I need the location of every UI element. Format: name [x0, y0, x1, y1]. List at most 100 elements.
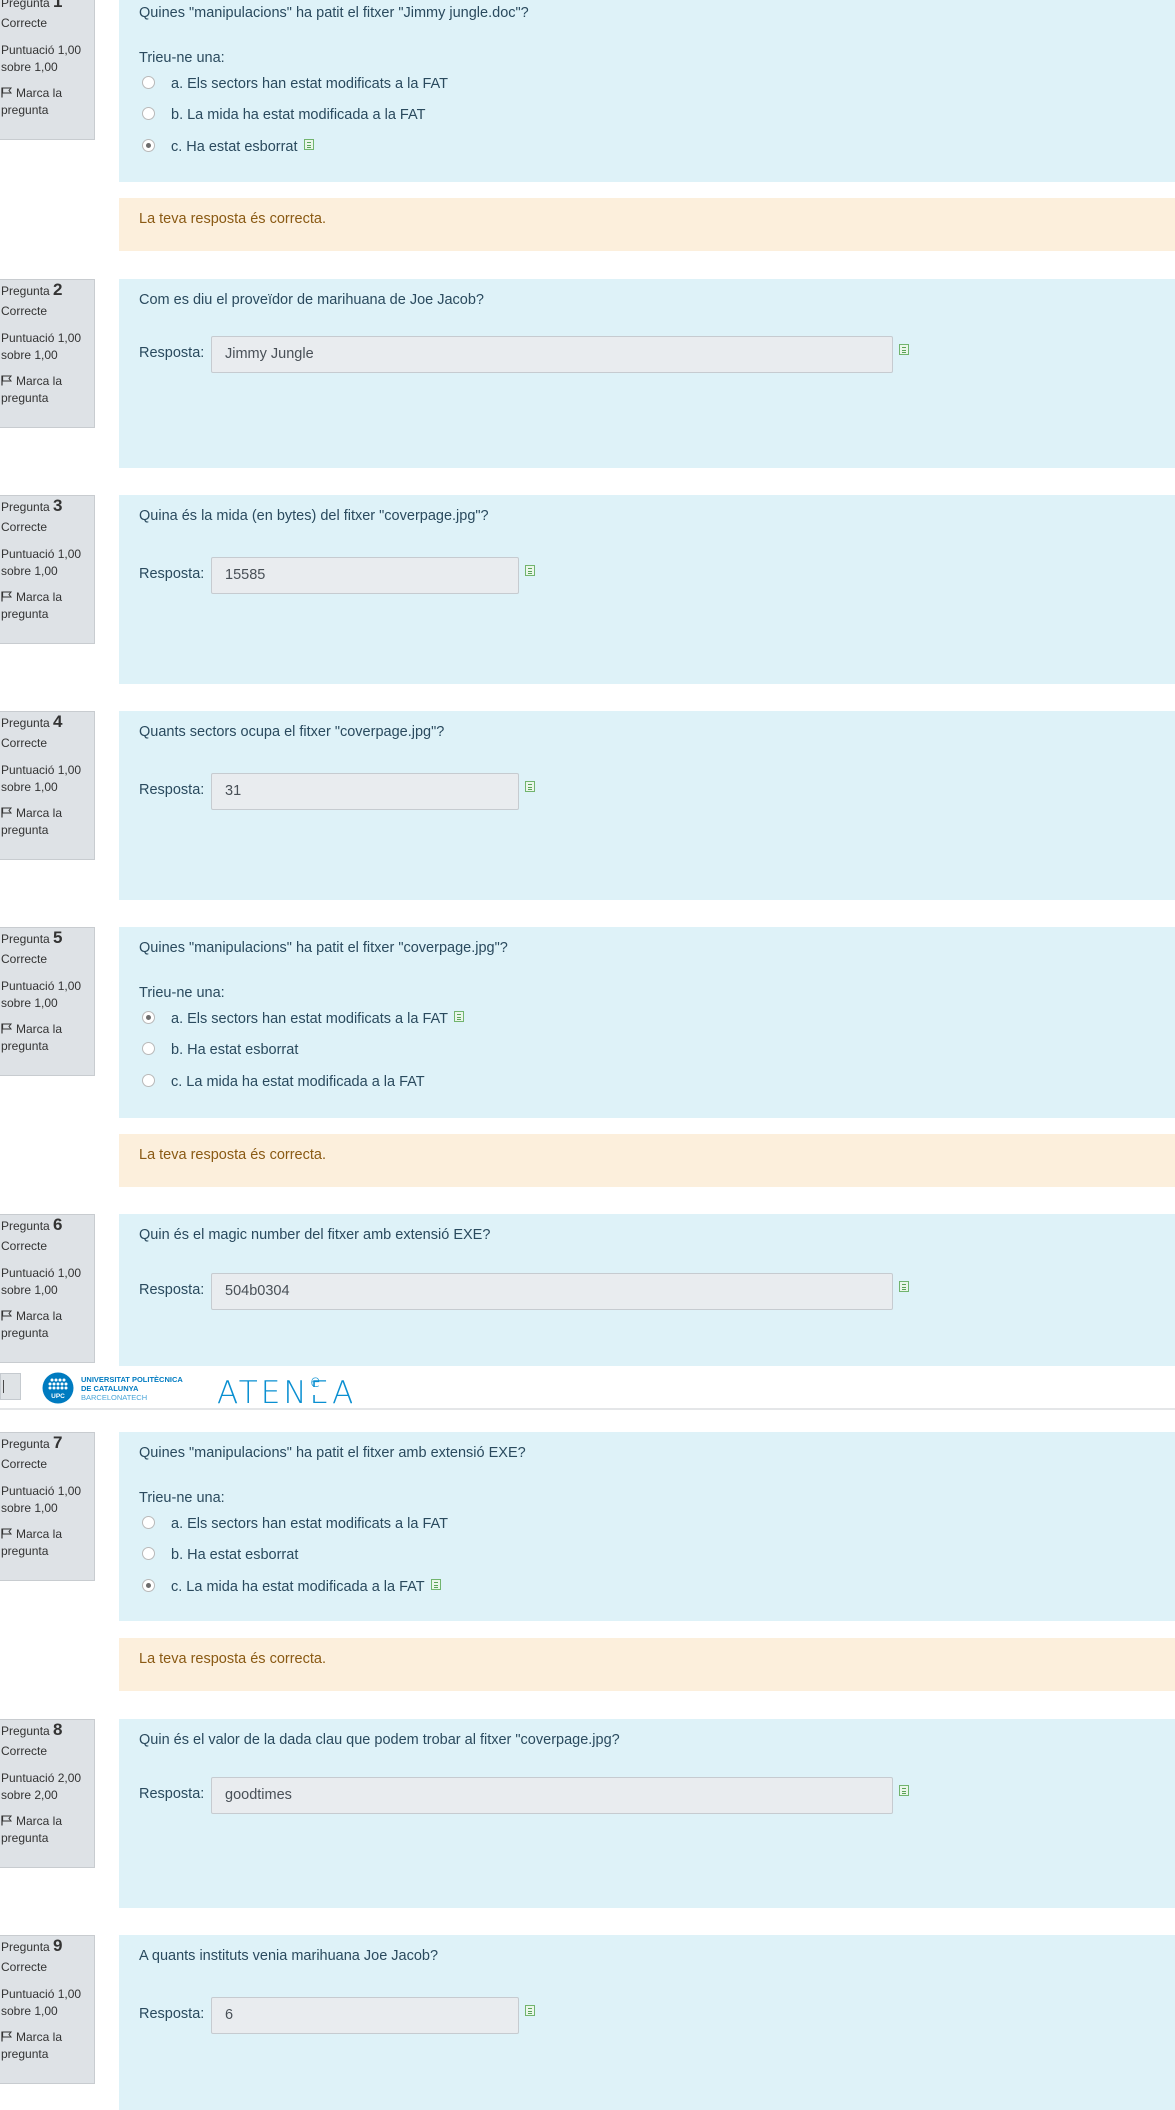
flag-question-link[interactable]: Marca la pregunta	[1, 1308, 94, 1342]
question-formulation: Quin és el magic number del fitxer amb e…	[119, 1214, 1175, 1366]
question-state: Correcte	[1, 304, 48, 318]
correct-icon	[525, 781, 535, 792]
question-state: Correcte	[1, 1960, 48, 1974]
correct-icon	[899, 1281, 909, 1292]
radio-button[interactable]	[142, 76, 155, 89]
question-state: Correcte	[1, 1239, 48, 1253]
upc-logo-icon: UPC	[42, 1372, 74, 1404]
option-label: c. La mida ha estat modificada a la FAT	[171, 1074, 425, 1090]
option-b[interactable]: b. Ha estat esborrat	[142, 1547, 298, 1569]
university-line-2: DE CATALUNYA	[81, 1384, 139, 1393]
answer-field[interactable]: 15585	[211, 557, 519, 594]
question-formulation: Quines "manipulacions" ha patit el fitxe…	[119, 0, 1175, 182]
answer-field[interactable]: 31	[211, 773, 519, 810]
radio-button[interactable]	[142, 1042, 155, 1055]
university-line-1: UNIVERSITAT POLITÈCNICA	[81, 1375, 183, 1384]
feedback-text: La teva resposta és correcta.	[139, 1147, 326, 1163]
flag-question-link[interactable]: Marca la pregunta	[1, 2029, 94, 2063]
option-a[interactable]: a. Els sectors han estat modificats a la…	[142, 76, 448, 98]
radio-button[interactable]	[142, 1547, 155, 1560]
radio-button-checked[interactable]	[142, 139, 155, 152]
choose-prompt: Trieu-ne una:	[139, 985, 225, 1001]
question-number: 4	[53, 712, 63, 731]
answer-label: Resposta:	[139, 2006, 205, 2022]
question-text: Quants sectors ocupa el fitxer "coverpag…	[139, 724, 445, 740]
question-info: Pregunta 8 Correcte Puntuació 2,00 sobre…	[0, 1719, 95, 1868]
flag-icon	[1, 1815, 13, 1826]
choose-prompt: Trieu-ne una:	[139, 50, 225, 66]
question-info: Pregunta 5 Correcte Puntuació 1,00 sobre…	[0, 927, 95, 1076]
option-b[interactable]: b. Ha estat esborrat	[142, 1042, 298, 1064]
question-text: Quines "manipulacions" ha patit el fitxe…	[139, 940, 508, 956]
question-number: 7	[53, 1433, 63, 1452]
answer-field[interactable]: Jimmy Jungle	[211, 336, 893, 373]
flag-question-link[interactable]: Marca la pregunta	[1, 1021, 94, 1055]
option-a[interactable]: a. Els sectors han estat modificats a la…	[142, 1011, 464, 1033]
answer-field[interactable]: 504b0304	[211, 1273, 893, 1310]
radio-button-checked[interactable]	[142, 1011, 155, 1024]
flag-icon	[1, 1023, 13, 1034]
flag-icon	[1, 807, 13, 818]
option-b[interactable]: b. La mida ha estat modificada a la FAT	[142, 107, 425, 129]
question-grade: Puntuació 1,00 sobre 1,00	[1, 1484, 82, 1515]
question-grade: Puntuació 1,00 sobre 1,00	[1, 43, 82, 74]
question-state: Correcte	[1, 1744, 48, 1758]
option-c[interactable]: c. La mida ha estat modificada a la FAT	[142, 1579, 441, 1601]
question-word: Pregunta	[1, 1437, 50, 1451]
flag-question-link[interactable]: Marca la pregunta	[1, 805, 94, 839]
radio-button[interactable]	[142, 1074, 155, 1087]
question-word: Pregunta	[1, 716, 50, 730]
correct-icon	[430, 1579, 441, 1590]
question-grade: Puntuació 1,00 sobre 1,00	[1, 1987, 82, 2018]
radio-button-checked[interactable]	[142, 1579, 155, 1592]
feedback-text: La teva resposta és correcta.	[139, 1651, 326, 1667]
answer-field[interactable]: 6	[211, 1997, 519, 2034]
answer-label: Resposta:	[139, 1282, 205, 1298]
question-info: Pregunta 7 Correcte Puntuació 1,00 sobre…	[0, 1432, 95, 1581]
correct-icon	[525, 2005, 535, 2016]
correct-icon	[899, 1785, 909, 1796]
answer-label: Resposta:	[139, 1786, 205, 1802]
flag-question-link[interactable]: Marca la pregunta	[1, 373, 94, 407]
question-word: Pregunta	[1, 500, 50, 514]
question-formulation: Com es diu el proveïdor de marihuana de …	[119, 279, 1175, 468]
question-text: Com es diu el proveïdor de marihuana de …	[139, 292, 484, 308]
question-number: 1	[53, 0, 63, 11]
atenea-logo-text: ATENEA	[217, 1375, 352, 1407]
sidebar-toggle[interactable]	[0, 1373, 21, 1400]
radio-button[interactable]	[142, 107, 155, 120]
question-text: Quina és la mida (en bytes) del fitxer "…	[139, 508, 489, 524]
option-label: b. La mida ha estat modificada a la FAT	[171, 107, 426, 123]
feedback-box: La teva resposta és correcta.	[119, 1638, 1175, 1691]
answer-field[interactable]: goodtimes	[211, 1777, 893, 1814]
question-number: 8	[53, 1720, 63, 1739]
question-text: A quants instituts venia marihuana Joe J…	[139, 1948, 439, 1964]
question-word: Pregunta	[1, 1219, 50, 1233]
question-word: Pregunta	[1, 1940, 50, 1954]
university-line-3: BARCELONATECH	[81, 1393, 148, 1402]
option-a[interactable]: a. Els sectors han estat modificats a la…	[142, 1516, 448, 1538]
quiz-review-page: Pregunta 1 Correcte Puntuació 1,00 sobre…	[0, 0, 1175, 2110]
flag-question-link[interactable]: Marca la pregunta	[1, 589, 94, 623]
atenea-logo[interactable]: ATENEA e	[217, 1369, 352, 1407]
flag-question-link[interactable]: Marca la pregunta	[1, 1813, 94, 1847]
question-formulation: Quin és el valor de la dada clau que pod…	[119, 1719, 1175, 1908]
question-info: Pregunta 4 Correcte Puntuació 1,00 sobre…	[0, 711, 95, 860]
answer-label: Resposta:	[139, 782, 205, 798]
university-name: UNIVERSITAT POLITÈCNICA DE CATALUNYA BAR…	[81, 1375, 183, 1402]
question-formulation: Quina és la mida (en bytes) del fitxer "…	[119, 495, 1175, 684]
question-info: Pregunta 2 Correcte Puntuació 1,00 sobre…	[0, 279, 95, 428]
question-number: 6	[53, 1215, 63, 1234]
flag-question-link[interactable]: Marca la pregunta	[1, 1526, 94, 1560]
radio-button[interactable]	[142, 1516, 155, 1529]
option-c[interactable]: c. Ha estat esborrat	[142, 139, 314, 161]
question-info: Pregunta 6 Correcte Puntuació 1,00 sobre…	[0, 1214, 95, 1363]
correct-icon	[899, 344, 909, 355]
option-c[interactable]: c. La mida ha estat modificada a la FAT	[142, 1074, 425, 1096]
option-label: a. Els sectors han estat modificats a la…	[171, 1516, 448, 1532]
option-label: a. Els sectors han estat modificats a la…	[171, 76, 448, 92]
flag-icon	[1, 2031, 13, 2042]
flag-question-link[interactable]: Marca la pregunta	[1, 85, 94, 119]
question-number: 9	[53, 1936, 63, 1955]
question-grade: Puntuació 1,00 sobre 1,00	[1, 547, 82, 578]
